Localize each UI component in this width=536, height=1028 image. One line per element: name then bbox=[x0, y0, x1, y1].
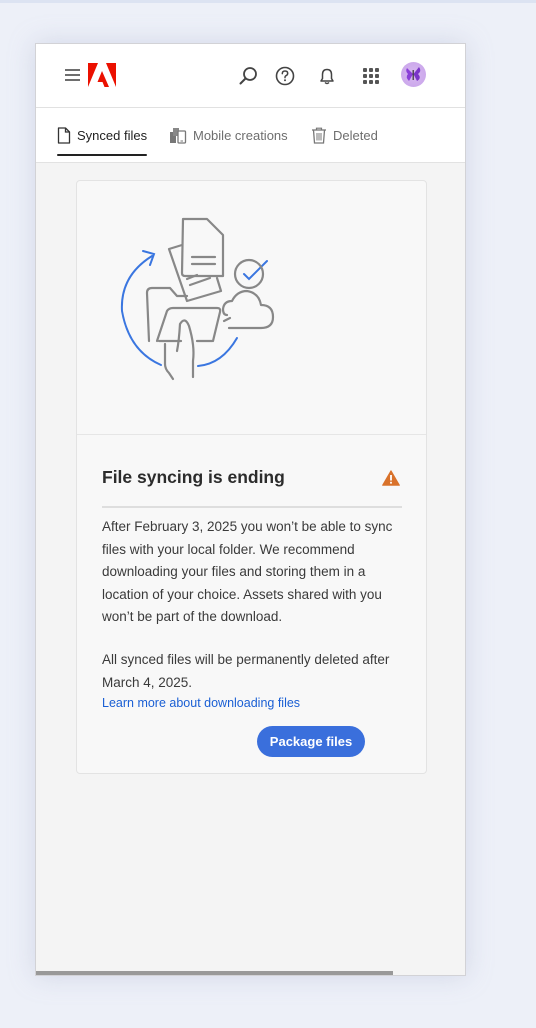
active-tab-indicator bbox=[57, 154, 148, 156]
tab-label: Deleted bbox=[333, 127, 378, 143]
hamburger-icon[interactable] bbox=[65, 69, 80, 81]
notice-body: After February 3, 2025 you won’t be able… bbox=[102, 516, 407, 694]
tab-synced-files[interactable]: Synced files bbox=[57, 108, 148, 162]
tab-mobile-creations[interactable]: Mobile creations bbox=[169, 108, 288, 162]
tab-bar: Synced files Mobile creations Deleted bbox=[36, 108, 465, 163]
mobile-creations-icon bbox=[170, 127, 187, 144]
file-icon bbox=[57, 126, 71, 144]
title-divider bbox=[102, 506, 402, 508]
package-files-button[interactable]: Package files bbox=[257, 726, 365, 757]
learn-more-link[interactable]: Learn more about downloading files bbox=[102, 696, 300, 710]
notice-title: File syncing is ending bbox=[102, 467, 285, 487]
notice-paragraph: All synced files will be permanently del… bbox=[102, 651, 390, 690]
butterfly-icon bbox=[406, 67, 421, 81]
top-border bbox=[0, 0, 536, 3]
bell-icon[interactable] bbox=[316, 65, 338, 87]
user-avatar[interactable] bbox=[401, 62, 426, 87]
file-sync-illustration bbox=[120, 217, 275, 381]
trash-icon bbox=[312, 127, 326, 144]
illustration-area bbox=[77, 181, 426, 435]
apps-grid-icon[interactable] bbox=[360, 65, 382, 87]
app-header bbox=[36, 44, 465, 108]
notice-paragraph: After February 3, 2025 you won’t be able… bbox=[102, 519, 393, 625]
sync-ending-card: File syncing is ending After February 3,… bbox=[76, 180, 427, 774]
horizontal-scrollbar[interactable] bbox=[36, 971, 393, 975]
help-icon[interactable] bbox=[274, 65, 296, 87]
tab-deleted[interactable]: Deleted bbox=[311, 108, 378, 162]
adobe-logo[interactable] bbox=[88, 63, 116, 87]
tab-label: Mobile creations bbox=[193, 127, 288, 143]
tab-label: Synced files bbox=[77, 127, 148, 143]
app-window: Synced files Mobile creations Deleted Fi… bbox=[35, 43, 466, 976]
warning-icon bbox=[382, 470, 400, 486]
search-icon[interactable] bbox=[237, 65, 259, 87]
